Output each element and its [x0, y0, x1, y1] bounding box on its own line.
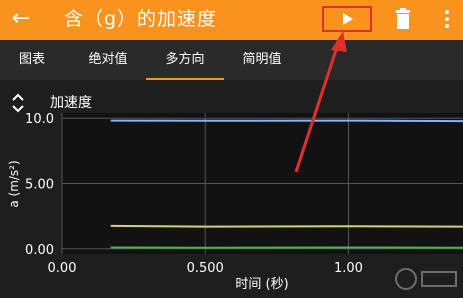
tab-summary[interactable]: 简明值	[226, 40, 298, 80]
arrow-left-icon[interactable]: ←	[10, 6, 32, 32]
app-bar: ← 含（g）的加速度	[0, 0, 463, 40]
y-tick-label: 0.00	[25, 243, 54, 258]
page-title: 含（g）的加速度	[64, 8, 218, 30]
series-line-2	[110, 224, 463, 228]
y-tick-label: 5.00	[25, 178, 54, 193]
y-tick-label: 10.0	[25, 112, 54, 127]
tab-bar: 图表 绝对值 多方向 简明值	[0, 40, 463, 80]
chart-title: 加速度	[50, 95, 92, 111]
x-tick-label: 1.00	[334, 261, 363, 276]
y-axis-label: a (m/s²)	[7, 160, 21, 207]
play-icon	[343, 13, 353, 25]
x-tick-label: 0.500	[187, 261, 224, 276]
sort-icon[interactable]	[12, 93, 24, 113]
x-axis-label: 时间 (秒)	[235, 277, 288, 292]
play-button[interactable]	[322, 6, 372, 32]
tab-chart[interactable]: 图表	[0, 40, 64, 80]
series-line-1	[110, 119, 463, 123]
watermark-logo	[395, 268, 457, 290]
trash-icon[interactable]	[393, 6, 413, 32]
tab-absolute[interactable]: 绝对值	[72, 40, 144, 80]
more-vertical-icon[interactable]	[440, 6, 454, 32]
x-tick-labels: 0.00 0.500 1.00	[48, 261, 363, 276]
y-tick-labels: 10.0 5.00 0.00	[25, 112, 54, 258]
x-tick-label: 0.00	[48, 261, 77, 276]
tab-multi-direction[interactable]: 多方向	[146, 40, 224, 80]
